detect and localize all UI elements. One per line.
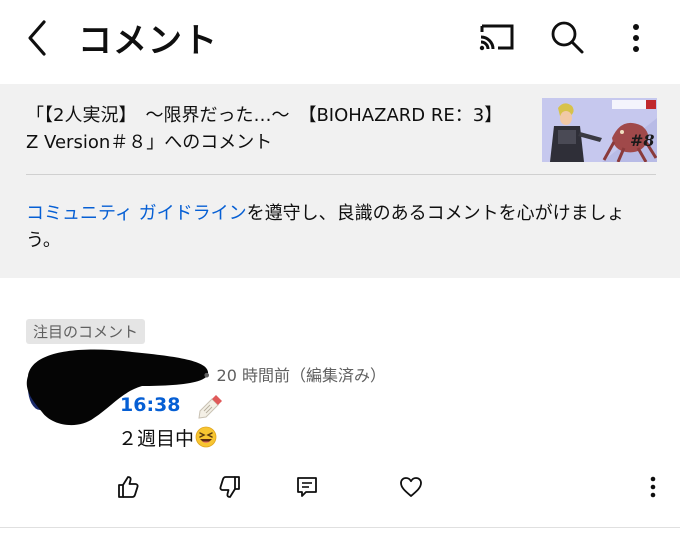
grinning-squinting-face-icon bbox=[195, 426, 217, 448]
cast-icon bbox=[479, 24, 514, 51]
heart-button[interactable] bbox=[398, 474, 424, 500]
reply-button[interactable] bbox=[294, 474, 320, 500]
thumbs-up-icon bbox=[118, 476, 139, 498]
more-vertical-icon bbox=[633, 24, 639, 52]
page-title: コメント bbox=[78, 21, 218, 61]
community-guidelines-link[interactable]: コミュニティ ガイドライン bbox=[26, 203, 247, 224]
timestamp-link[interactable]: 16:38 bbox=[120, 394, 180, 416]
comment-more-button[interactable] bbox=[640, 474, 666, 500]
redaction-scribble bbox=[26, 349, 209, 426]
thumbnail-illustration: #8 bbox=[542, 98, 657, 162]
search-icon bbox=[551, 21, 584, 54]
top-app-bar: コメント bbox=[0, 0, 680, 80]
thumbs-down-icon bbox=[219, 476, 240, 498]
chevron-left-icon bbox=[28, 20, 46, 56]
search-button[interactable] bbox=[548, 18, 586, 56]
memo-pencil-icon bbox=[196, 391, 224, 419]
bottom-divider bbox=[0, 527, 680, 528]
comment-text: ２週目中 bbox=[118, 428, 195, 450]
more-vertical-icon bbox=[650, 476, 656, 498]
redacted-avatar-and-username bbox=[22, 346, 210, 428]
video-info-panel: 「【2人実況】 〜限界だった…〜 【BIOHAZARD RE：3】Z Versi… bbox=[0, 84, 680, 278]
cast-button[interactable] bbox=[476, 20, 518, 54]
comment-meta: • 20 時間前（編集済み） bbox=[202, 366, 386, 385]
community-guideline-notice: コミュニティ ガイドラインを遵守し、良識のあるコメントを心がけましょう。 bbox=[26, 200, 656, 254]
panel-divider bbox=[26, 174, 656, 175]
comment-body: ２週目中 bbox=[118, 424, 217, 451]
video-thumbnail[interactable]: #8 bbox=[542, 98, 657, 162]
video-title[interactable]: 「【2人実況】 〜限界だった…〜 【BIOHAZARD RE：3】Z Versi… bbox=[26, 102, 506, 156]
more-options-button[interactable] bbox=[622, 18, 650, 58]
dislike-button[interactable] bbox=[217, 474, 243, 500]
back-button[interactable] bbox=[18, 18, 58, 58]
like-button[interactable] bbox=[115, 474, 141, 500]
highlighted-comment-badge: 注目のコメント bbox=[26, 319, 146, 344]
reply-icon bbox=[297, 477, 317, 497]
memo-emoji bbox=[198, 395, 222, 419]
heart-icon bbox=[400, 477, 422, 497]
svg-text:#8: #8 bbox=[630, 131, 655, 150]
